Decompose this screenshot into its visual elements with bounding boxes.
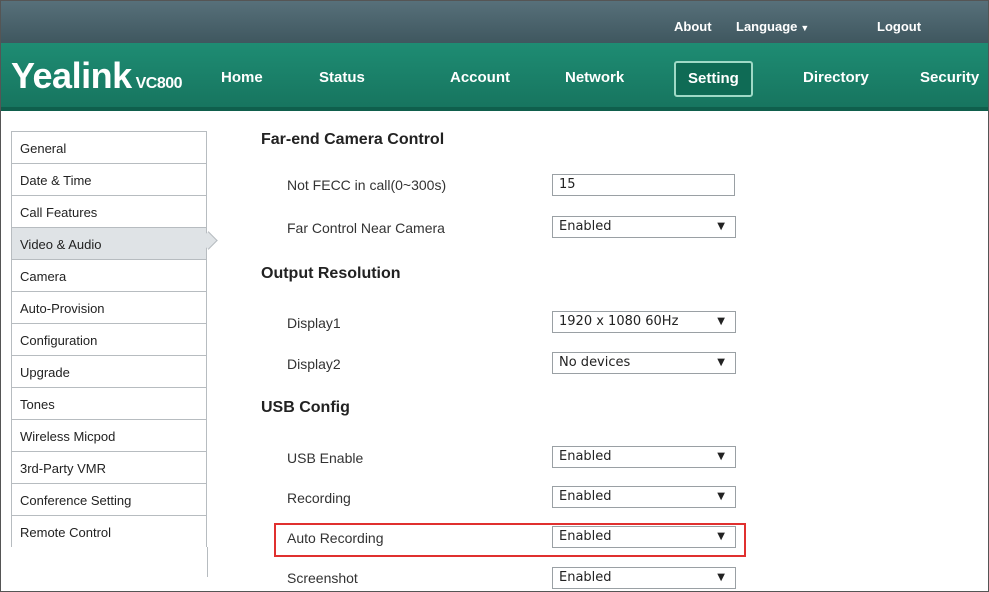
recording-select[interactable]: Enabled ▼ [552,486,736,508]
sidebar-item-wireless-micpod[interactable]: Wireless Micpod [11,419,207,451]
sidebar-item-3rd-party-vmr[interactable]: 3rd-Party VMR [11,451,207,483]
nav-home[interactable]: Home [209,63,275,93]
sidebar-item-conference-setting[interactable]: Conference Setting [11,483,207,515]
about-link[interactable]: About [674,19,712,34]
screenshot-value: Enabled [559,570,612,585]
sidebar-item-camera[interactable]: Camera [11,259,207,291]
usb-enable-value: Enabled [559,449,612,464]
auto-recording-highlight-box [274,523,746,557]
label-display2: Display2 [287,356,341,372]
main-nav-bar: Yealink VC800 Home Status Account Network… [1,43,988,111]
nav-status[interactable]: Status [307,63,377,93]
top-utility-bar: About Language ▼ Logout [1,1,988,43]
section-title-output: Output Resolution [261,265,401,282]
nav-setting[interactable]: Setting [674,61,753,97]
dropdown-arrow-icon: ▼ [717,221,725,232]
nav-account[interactable]: Account [438,63,522,93]
recording-value: Enabled [559,489,612,504]
sidebar-item-auto-provision[interactable]: Auto-Provision [11,291,207,323]
nav-directory[interactable]: Directory [791,63,881,93]
brand-model: VC800 [135,75,183,92]
sidebar-item-tones[interactable]: Tones [11,387,207,419]
label-usb-enable: USB Enable [287,450,364,466]
dropdown-arrow-icon: ▼ [717,316,725,327]
sidebar-tail-border [11,547,208,577]
far-control-select[interactable]: Enabled ▼ [552,216,736,238]
dropdown-arrow-icon: ▼ [717,491,725,502]
not-fecc-input[interactable]: 15 [552,174,735,196]
settings-sidebar: General Date & Time Call Features Video … [11,131,208,577]
sidebar-item-remote-control[interactable]: Remote Control [11,515,207,547]
label-not-fecc: Not FECC in call(0~300s) [287,177,447,193]
brand-name: Yealink [11,55,132,96]
display1-value: 1920 x 1080 60Hz [559,314,679,329]
nav-network[interactable]: Network [553,63,636,93]
sidebar-item-call-features[interactable]: Call Features [11,195,207,227]
label-far-control: Far Control Near Camera [287,220,445,236]
sidebar-item-general[interactable]: General [11,131,207,163]
dropdown-arrow-icon: ▼ [717,357,725,368]
section-title-fecc: Far-end Camera Control [261,131,445,148]
far-control-value: Enabled [559,219,612,234]
screenshot-select[interactable]: Enabled ▼ [552,567,736,589]
usb-enable-select[interactable]: Enabled ▼ [552,446,736,468]
web-ui-frame: About Language ▼ Logout Yealink VC800 Home… [0,0,989,592]
yealink-logo: Yealink VC800 [11,55,183,97]
sidebar-item-date-time[interactable]: Date & Time [11,163,207,195]
sidebar-item-upgrade[interactable]: Upgrade [11,355,207,387]
language-menu[interactable]: Language ▼ [736,19,809,34]
logout-link[interactable]: Logout [877,19,921,34]
label-screenshot: Screenshot [287,570,358,586]
display1-select[interactable]: 1920 x 1080 60Hz ▼ [552,311,736,333]
caret-down-icon: ▼ [800,23,810,33]
sidebar-item-configuration[interactable]: Configuration [11,323,207,355]
dropdown-arrow-icon: ▼ [717,451,725,462]
sidebar-item-video-audio[interactable]: Video & Audio [11,227,207,259]
label-recording: Recording [287,490,351,506]
label-display1: Display1 [287,315,341,331]
display2-select[interactable]: No devices ▼ [552,352,736,374]
section-title-usb: USB Config [261,399,350,416]
nav-security[interactable]: Security [908,63,988,93]
language-label: Language [736,19,798,34]
display2-value: No devices [559,355,631,370]
dropdown-arrow-icon: ▼ [717,572,725,583]
